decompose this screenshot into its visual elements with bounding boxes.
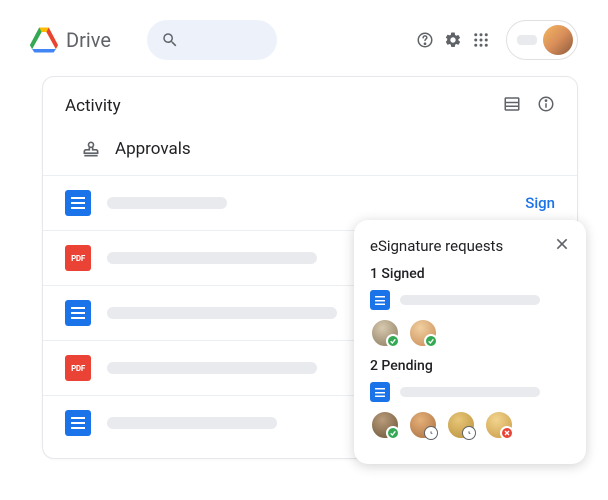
check-badge (386, 334, 400, 348)
approvals-tab[interactable]: Approvals (43, 133, 577, 175)
avatar (370, 318, 400, 348)
search-input[interactable] (147, 20, 277, 60)
help-icon[interactable] (416, 31, 434, 49)
card-title: Activity (65, 96, 121, 116)
apps-icon[interactable] (472, 31, 490, 49)
file-name-placeholder (107, 362, 317, 374)
avatar (543, 25, 573, 55)
account-chip[interactable] (506, 20, 578, 60)
pdf-icon: PDF (65, 355, 91, 381)
file-name-placeholder (400, 387, 540, 397)
file-name-placeholder (107, 307, 337, 319)
file-name-placeholder (107, 197, 227, 209)
file-name-placeholder (107, 252, 317, 264)
check-badge (424, 334, 438, 348)
avatar (408, 410, 438, 440)
doc-icon (65, 300, 91, 326)
doc-icon (370, 382, 390, 402)
clock-badge (424, 426, 438, 440)
drive-icon (30, 27, 58, 53)
list-view-icon[interactable] (503, 95, 521, 117)
doc-icon (370, 290, 390, 310)
popup-header: eSignature requests (370, 236, 570, 256)
clock-badge (462, 426, 476, 440)
signed-avatars (370, 318, 570, 348)
check-badge (386, 426, 400, 440)
search-icon (161, 31, 179, 49)
doc-icon (65, 410, 91, 436)
avatar (446, 410, 476, 440)
x-badge (500, 426, 514, 440)
signed-file[interactable] (370, 290, 570, 310)
avatar (484, 410, 514, 440)
drive-logo-group[interactable]: Drive (30, 27, 111, 53)
pending-file[interactable] (370, 382, 570, 402)
esignature-popup: eSignature requests 1 Signed 2 Pending (354, 220, 586, 464)
pending-avatars (370, 410, 570, 440)
info-icon[interactable] (537, 95, 555, 117)
app-name: Drive (66, 28, 111, 52)
close-icon[interactable] (554, 236, 570, 256)
app-header: Drive (0, 0, 608, 70)
pending-section-title: 2 Pending (370, 358, 570, 374)
doc-icon (65, 190, 91, 216)
approvals-label: Approvals (115, 139, 191, 159)
signed-section-title: 1 Signed (370, 266, 570, 282)
card-header: Activity (43, 95, 577, 133)
stamp-icon (81, 139, 101, 159)
sign-button[interactable]: Sign (525, 194, 555, 212)
account-placeholder (517, 35, 537, 45)
header-icons (416, 20, 578, 60)
avatar (408, 318, 438, 348)
avatar (370, 410, 400, 440)
file-name-placeholder (107, 417, 277, 429)
file-name-placeholder (400, 295, 540, 305)
settings-icon[interactable] (444, 31, 462, 49)
popup-title: eSignature requests (370, 237, 503, 255)
pdf-icon: PDF (65, 245, 91, 271)
